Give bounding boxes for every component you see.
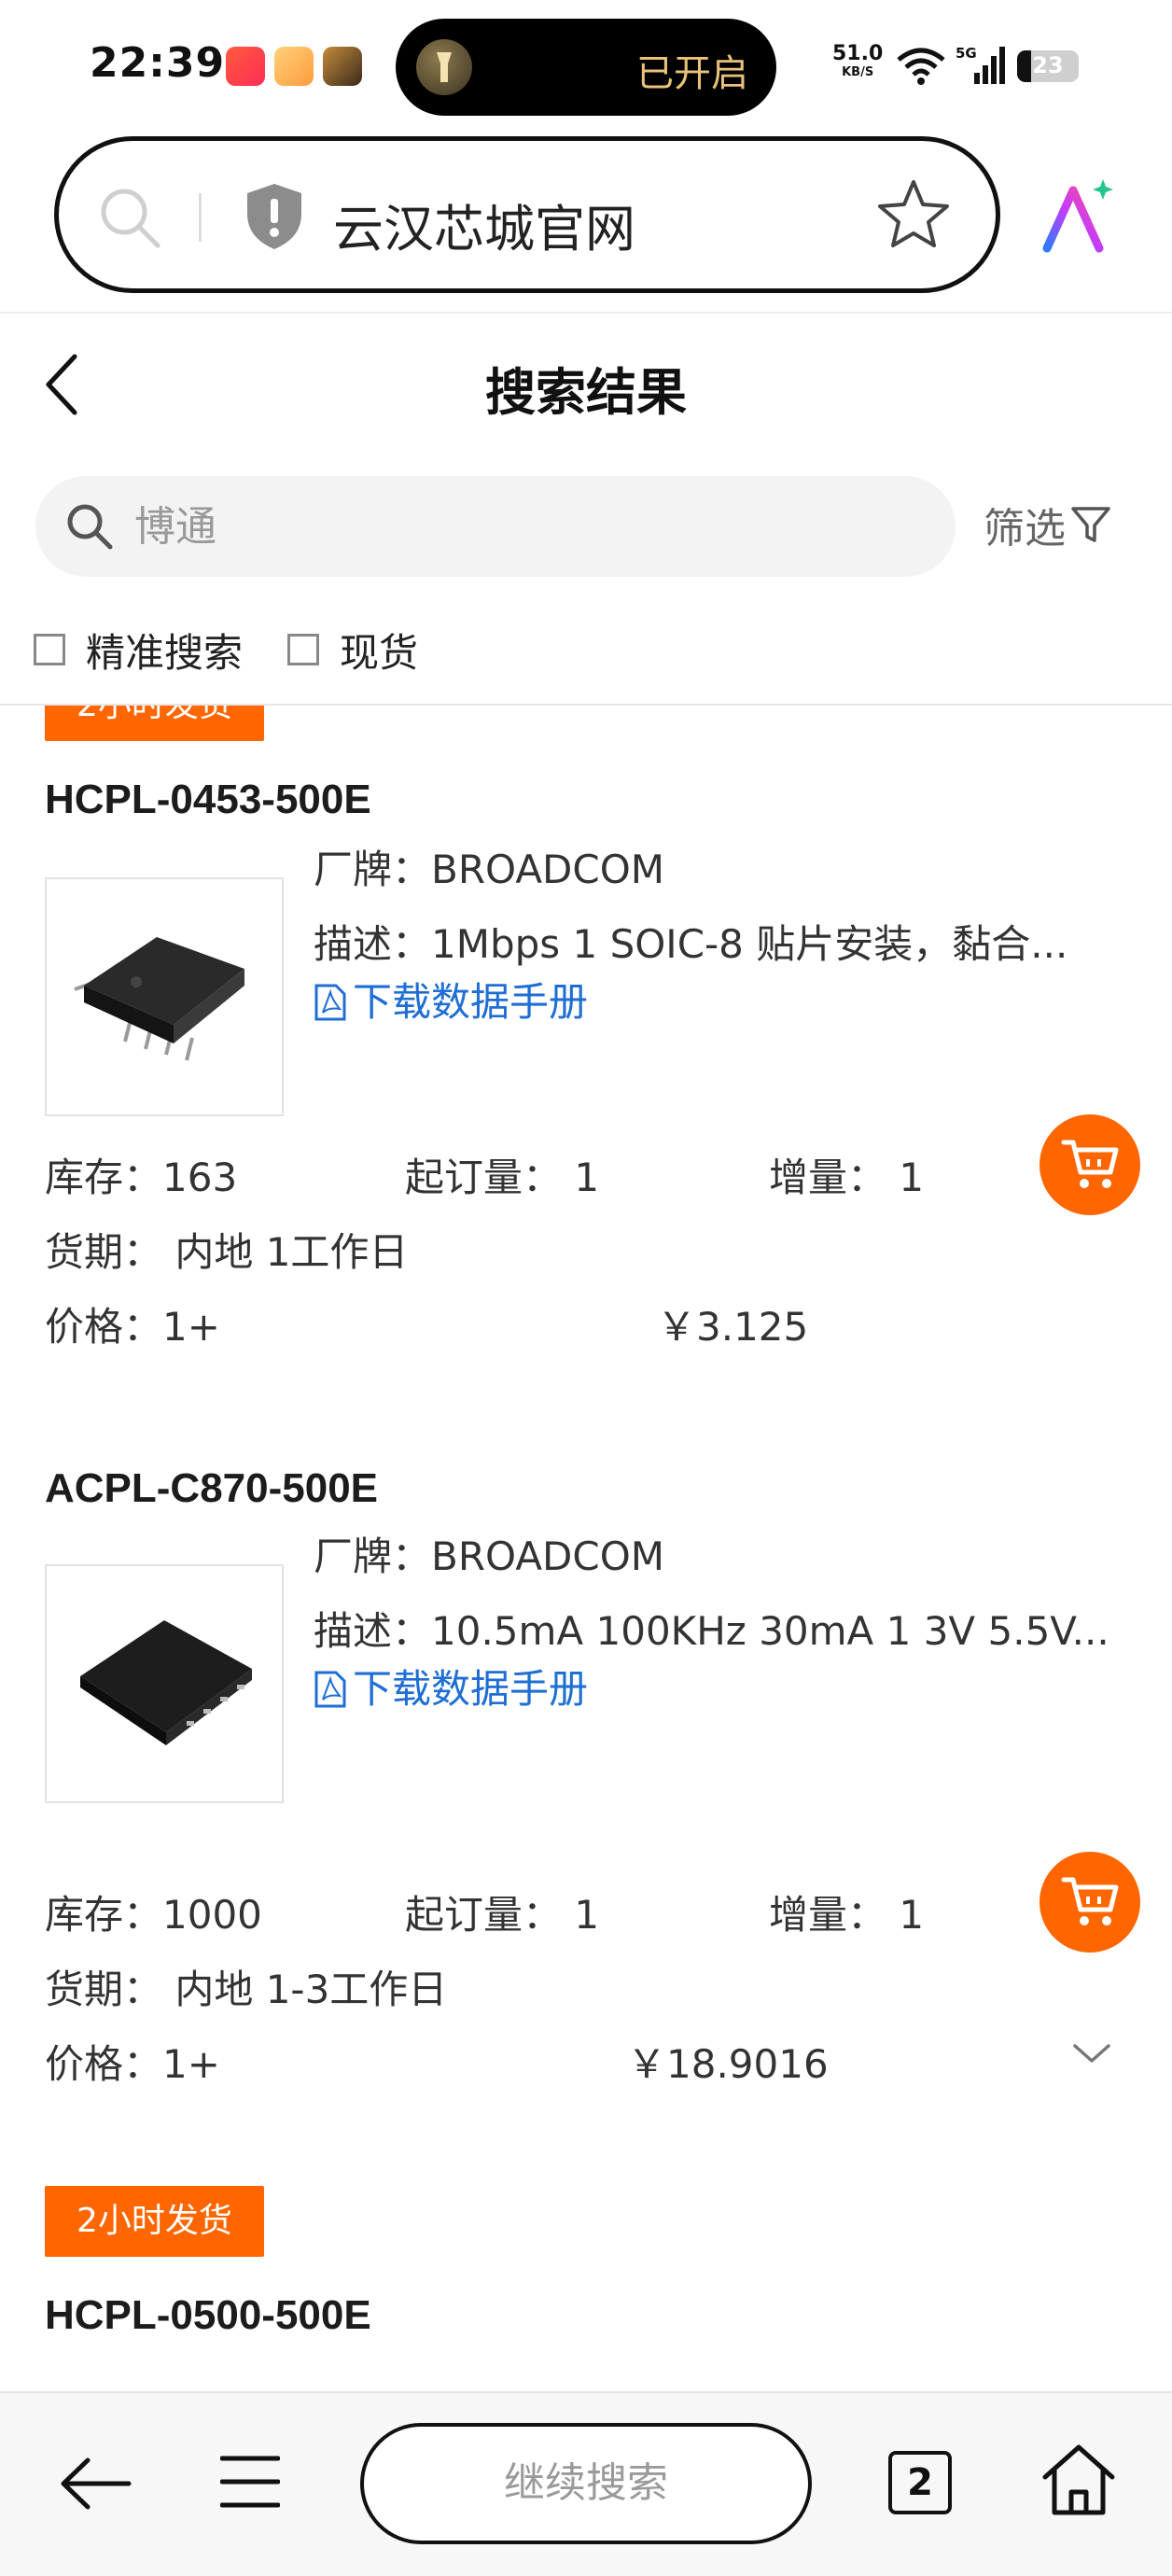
brand: 厂牌：BROADCOM	[314, 1533, 665, 1579]
product-info: 厂牌：BROADCOM 描述：1Mbps 1 SOIC-8 贴片安装，黏合...…	[314, 719, 1116, 1030]
dynamic-island[interactable]: 已开启	[396, 19, 776, 116]
exact-search-label: 精准搜索	[86, 629, 244, 676]
description: 描述：10.5mA 100KHz 30mA 1 3V 5.5V...	[314, 1608, 1109, 1654]
svg-text:5G: 5G	[956, 45, 977, 62]
pdf-icon	[314, 984, 346, 1021]
checkbox-box	[287, 634, 319, 665]
search-icon	[101, 189, 160, 248]
filter-icon	[1071, 507, 1110, 542]
checkbox-box	[34, 634, 65, 665]
lead-time: 货期： 内地 1-3工作日	[45, 1967, 448, 2012]
description: 描述：1Mbps 1 SOIC-8 贴片安装，黏合...	[314, 921, 1068, 967]
exact-search-checkbox[interactable]: 精准搜索	[34, 620, 243, 679]
divider	[199, 193, 202, 242]
address-bar[interactable]: 云汉芯城官网	[54, 136, 1000, 293]
cellular-signal-icon: 5G	[956, 45, 1005, 84]
product-image[interactable]	[45, 1564, 284, 1803]
chevron-down-icon[interactable]	[1069, 2035, 1114, 2072]
battery-icon: 23	[1017, 50, 1079, 82]
increment: 增量： 1	[769, 1155, 925, 1200]
app-notification-icon	[226, 47, 265, 86]
filter-label: 筛选	[984, 505, 1066, 553]
pdf-icon	[314, 1671, 346, 1708]
in-stock-checkbox[interactable]: 现货	[287, 620, 418, 679]
product-image[interactable]	[45, 877, 284, 1116]
part-number[interactable]: HCPL-0500-500E	[45, 2292, 371, 2339]
datasheet-label: 下载数据手册	[353, 1666, 589, 1712]
unit-price: ￥18.9016	[627, 2041, 829, 2087]
download-datasheet-link[interactable]: 下载数据手册	[314, 1661, 1116, 1717]
cart-icon	[1061, 1140, 1119, 1188]
search-box[interactable]	[35, 476, 956, 577]
bookmark-star-icon[interactable]	[876, 176, 951, 251]
network-speed: 51.0 KB/S	[832, 42, 884, 80]
search-input[interactable]	[134, 497, 918, 556]
shield-icon[interactable]	[242, 180, 307, 253]
results-list[interactable]: 2小时发货 HCPL-0453-500E 厂牌：BROADCOM 描述：1Mbp…	[0, 706, 1172, 2391]
increment: 增量： 1	[769, 1892, 925, 1938]
min-order: 起订量： 1	[405, 1892, 600, 1938]
divider	[0, 312, 1172, 314]
flashlight-status: 已开启	[636, 52, 748, 95]
lead-time: 货期： 内地 1工作日	[45, 1229, 409, 1275]
datasheet-label: 下载数据手册	[353, 979, 589, 1025]
unit-price: ￥3.125	[657, 1304, 809, 1350]
back-arrow-icon[interactable]	[58, 2451, 133, 2516]
app-notification-icon	[323, 47, 362, 86]
download-datasheet-link[interactable]: 下载数据手册	[314, 974, 1116, 1030]
bottom-nav: 继续搜索 2	[0, 2391, 1172, 2576]
ai-assistant-icon[interactable]	[1039, 177, 1120, 258]
status-time: 22:39	[90, 39, 226, 87]
wifi-icon	[897, 48, 945, 85]
shipping-badge: 2小时发货	[45, 706, 264, 741]
stock: 库存：1000	[45, 1892, 262, 1938]
page-title: 搜索结果	[485, 363, 687, 422]
menu-icon[interactable]	[220, 2449, 280, 2514]
address-text[interactable]: 云汉芯城官网	[333, 188, 635, 261]
app-notification-icon	[274, 47, 314, 86]
home-icon[interactable]	[1039, 2440, 1118, 2518]
shipping-badge: 2小时发货	[45, 2186, 264, 2257]
filter-button[interactable]: 筛选	[984, 495, 1112, 554]
continue-search-button[interactable]: 继续搜索	[360, 2423, 812, 2544]
cart-icon	[1061, 1877, 1119, 1925]
add-to-cart-button[interactable]	[1039, 1852, 1140, 1953]
add-to-cart-button[interactable]	[1039, 1114, 1140, 1215]
flashlight-icon	[416, 39, 472, 95]
stock: 库存：163	[45, 1155, 238, 1200]
status-bar: 22:39 已开启 51.0 KB/S 5G 23	[0, 0, 1172, 131]
in-stock-label: 现货	[340, 629, 419, 676]
product-info: 厂牌：BROADCOM 描述：10.5mA 100KHz 30mA 1 3V 5…	[314, 1406, 1116, 1717]
brand: 厂牌：BROADCOM	[314, 847, 665, 892]
tabs-button[interactable]: 2	[888, 2451, 952, 2514]
price-tier: 价格：1+	[45, 1304, 220, 1350]
min-order: 起订量： 1	[405, 1155, 600, 1200]
search-icon	[67, 504, 113, 550]
price-tier: 价格：1+	[45, 2041, 220, 2087]
battery-level: 23	[1032, 52, 1064, 78]
